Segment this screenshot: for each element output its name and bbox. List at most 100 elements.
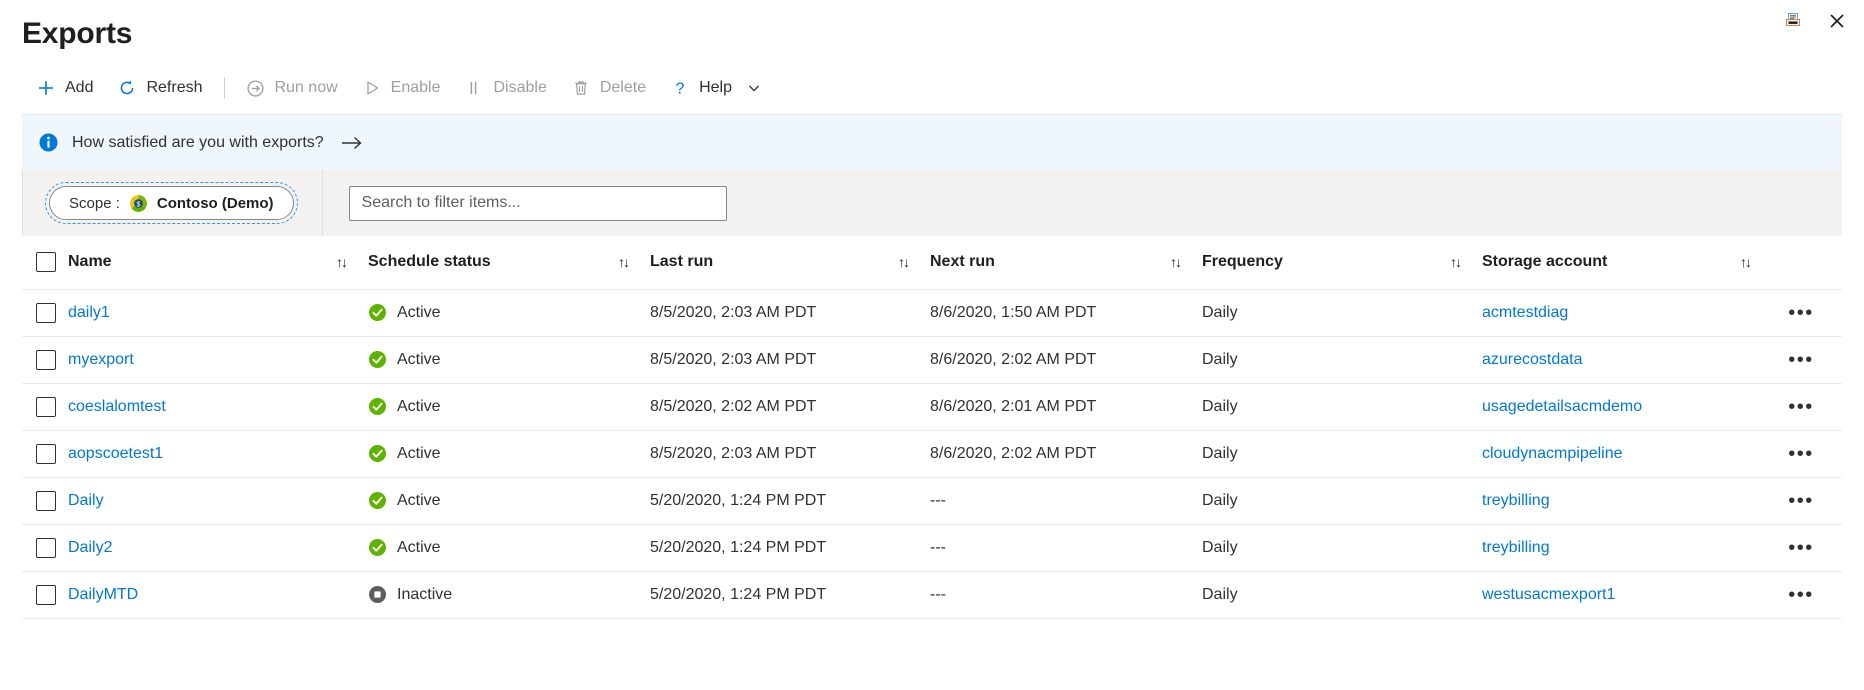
table-row[interactable]: DailyActive5/20/2020, 1:24 PM PDT---Dail… [22,477,1842,524]
titlebar-actions [1780,8,1850,34]
export-name-link[interactable]: Daily [68,492,104,509]
trash-icon [571,78,591,98]
column-label-last-run: Last run [650,253,713,271]
column-header-next-run[interactable]: Next run ↑↓ [930,236,1202,289]
table-row[interactable]: coeslalomtestActive8/5/2020, 2:02 AM PDT… [22,383,1842,430]
close-icon[interactable] [1824,8,1850,34]
column-header-frequency[interactable]: Frequency ↑↓ [1202,236,1482,289]
enable-button[interactable]: Enable [350,70,453,106]
check-circle-icon [368,350,387,369]
export-name-link[interactable]: DailyMTD [68,586,138,603]
satisfaction-banner-text: How satisfied are you with exports? [72,134,324,152]
export-name-link[interactable]: coeslalomtest [68,398,166,415]
cell-schedule-status: Inactive [368,571,650,618]
cell-next-run: 8/6/2020, 1:50 AM PDT [930,289,1202,336]
row-checkbox[interactable] [36,397,56,417]
search-cell [323,186,727,221]
storage-account-link[interactable]: acmtestdiag [1482,304,1568,321]
table-row[interactable]: Daily2Active5/20/2020, 1:24 PM PDT---Dai… [22,524,1842,571]
disable-label: Disable [493,79,546,97]
storage-account-link[interactable]: treybilling [1482,539,1550,556]
sort-icon[interactable]: ↑↓ [328,254,346,270]
sort-icon[interactable]: ↑↓ [890,254,908,270]
cell-name: Daily [68,477,368,524]
play-icon [362,78,382,98]
disable-button[interactable]: Disable [452,70,558,106]
cell-schedule-status: Active [368,430,650,477]
cell-name: myexport [68,336,368,383]
cell-actions: ••• [1772,571,1842,618]
command-bar: Add Refresh Run now Enable [0,62,1864,114]
cell-next-run: --- [930,477,1202,524]
table-row[interactable]: daily1Active8/5/2020, 2:03 AM PDT8/6/202… [22,289,1842,336]
sort-icon[interactable]: ↑↓ [1442,254,1460,270]
row-context-menu-button[interactable]: ••• [1784,487,1818,515]
run-now-button[interactable]: Run now [234,70,350,106]
cell-schedule-status: Active [368,477,650,524]
storage-account-link[interactable]: treybilling [1482,492,1550,509]
printer-icon[interactable] [1780,8,1806,34]
column-label-schedule-status: Schedule status [368,253,491,271]
select-all-checkbox[interactable] [36,252,56,272]
enable-label: Enable [391,79,441,97]
check-circle-icon [368,397,387,416]
add-label: Add [65,79,93,97]
storage-account-link[interactable]: cloudynacmpipeline [1482,445,1623,462]
table-row[interactable]: DailyMTDInactive5/20/2020, 1:24 PM PDT--… [22,571,1842,618]
export-name-link[interactable]: Daily2 [68,539,112,556]
row-checkbox[interactable] [36,350,56,370]
table-row[interactable]: aopscoetest1Active8/5/2020, 2:03 AM PDT8… [22,430,1842,477]
cell-actions: ••• [1772,430,1842,477]
sort-icon[interactable]: ↑↓ [1732,254,1750,270]
refresh-button[interactable]: Refresh [105,70,214,106]
cell-schedule-status: Active [368,336,650,383]
cell-last-run: 8/5/2020, 2:03 AM PDT [650,336,930,383]
run-now-icon [246,78,266,98]
storage-account-link[interactable]: usagedetailsacmdemo [1482,398,1642,415]
table-row[interactable]: myexportActive8/5/2020, 2:03 AM PDT8/6/2… [22,336,1842,383]
add-button[interactable]: Add [24,70,105,106]
export-name-link[interactable]: myexport [68,351,134,368]
row-checkbox[interactable] [36,444,56,464]
scope-picker-button[interactable]: Scope : $ Contoso (Demo) [49,186,294,220]
export-name-link[interactable]: aopscoetest1 [68,445,163,462]
column-header-last-run[interactable]: Last run ↑↓ [650,236,930,289]
cell-name: aopscoetest1 [68,430,368,477]
row-checkbox[interactable] [36,303,56,323]
cell-frequency: Daily [1202,524,1482,571]
export-name-link[interactable]: daily1 [68,304,110,321]
cell-last-run: 5/20/2020, 1:24 PM PDT [650,477,930,524]
row-context-menu-button[interactable]: ••• [1784,581,1818,609]
scope-cell: Scope : $ Contoso (Demo) [23,170,323,236]
toolbar-divider-1 [224,77,225,99]
row-checkbox[interactable] [36,491,56,511]
row-checkbox[interactable] [36,538,56,558]
sort-icon[interactable]: ↑↓ [1162,254,1180,270]
row-context-menu-button[interactable]: ••• [1784,346,1818,374]
storage-account-link[interactable]: azurecostdata [1482,351,1583,368]
cell-last-run: 8/5/2020, 2:03 AM PDT [650,430,930,477]
help-button[interactable]: ? Help [658,70,773,106]
row-context-menu-button[interactable]: ••• [1784,440,1818,468]
row-context-menu-button[interactable]: ••• [1784,299,1818,327]
delete-label: Delete [600,79,646,97]
cell-actions: ••• [1772,383,1842,430]
search-input[interactable] [349,186,727,221]
sort-icon[interactable]: ↑↓ [610,254,628,270]
row-select-cell [22,383,68,430]
row-select-cell [22,524,68,571]
column-header-name[interactable]: Name ↑↓ [68,236,368,289]
cell-storage-account: acmtestdiag [1482,289,1772,336]
cell-last-run: 8/5/2020, 2:02 AM PDT [650,383,930,430]
cell-storage-account: westusacmexport1 [1482,571,1772,618]
row-checkbox[interactable] [36,585,56,605]
satisfaction-banner-link[interactable]: How satisfied are you with exports? [38,132,363,153]
column-header-storage-account[interactable]: Storage account ↑↓ [1482,236,1772,289]
exports-table: Name ↑↓ Schedule status ↑↓ Last run ↑↓ [22,236,1842,619]
storage-account-link[interactable]: westusacmexport1 [1482,586,1615,603]
row-context-menu-button[interactable]: ••• [1784,534,1818,562]
column-header-schedule-status[interactable]: Schedule status ↑↓ [368,236,650,289]
row-context-menu-button[interactable]: ••• [1784,393,1818,421]
delete-button[interactable]: Delete [559,70,658,106]
cell-name: coeslalomtest [68,383,368,430]
